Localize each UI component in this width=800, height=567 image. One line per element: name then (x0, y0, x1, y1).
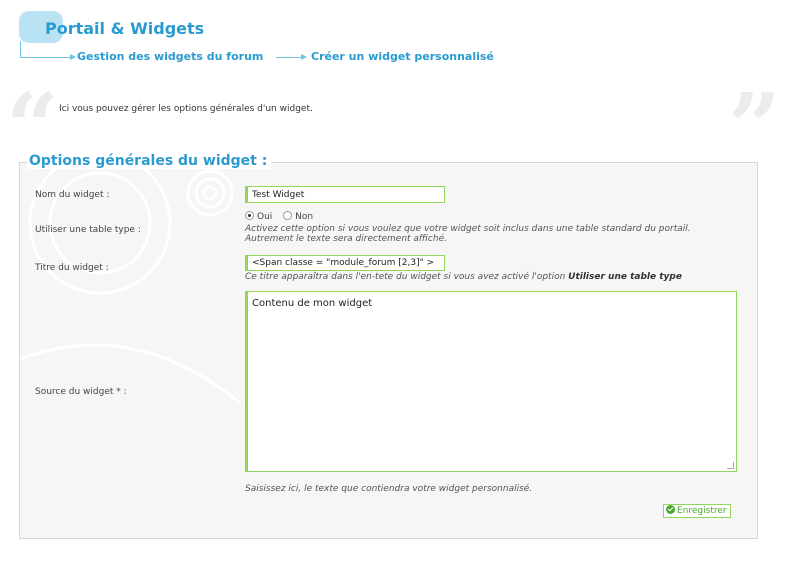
widget-title-input[interactable]: <Span classe = "module_forum [2,3]" > (245, 255, 445, 271)
intro-text: Ici vous pouvez gérer les options généra… (59, 104, 313, 114)
quote-close-icon: ” (728, 73, 781, 181)
arrow-right-icon (32, 54, 76, 60)
radio-oui[interactable] (245, 211, 254, 220)
radio-oui-label[interactable]: Oui (257, 212, 272, 222)
widget-source-hint: Saisissez ici, le texte que contiendra v… (245, 484, 533, 494)
widget-title-label: Titre du widget : (35, 263, 109, 273)
use-table-label: Utiliser une table type : (35, 225, 141, 235)
use-table-hint-line2: Autrement le texte sera directement affi… (245, 234, 447, 244)
save-button-label: Enregistrer (677, 506, 727, 516)
radio-non-label[interactable]: Non (295, 212, 313, 222)
widget-source-textarea[interactable]: Contenu de mon widget (245, 291, 737, 472)
use-table-radio-group: Oui Non (245, 211, 321, 222)
widget-title-hint-option: Utiliser une table type (568, 272, 682, 282)
check-circle-icon (666, 505, 675, 514)
widget-title-hint-text: Ce titre apparaîtra dans l'en-tete du wi… (245, 272, 569, 282)
widget-title-hint: Ce titre apparaîtra dans l'en-tete du wi… (245, 272, 682, 282)
arrow-right-icon (276, 54, 307, 60)
breadcrumb-connector (20, 41, 32, 58)
page-title: Portail & Widgets (45, 19, 205, 38)
save-button[interactable]: Enregistrer (663, 504, 731, 518)
breadcrumb-link-widgets[interactable]: Gestion des widgets du forum (77, 50, 263, 63)
widget-source-label: Source du widget * : (35, 387, 127, 397)
widget-name-label: Nom du widget : (35, 190, 110, 200)
use-table-hint-line1: Activez cette option si vous voulez que … (245, 224, 691, 234)
widget-name-input[interactable]: Test Widget (245, 186, 445, 203)
resize-grip-icon[interactable] (727, 462, 734, 469)
radio-non[interactable] (283, 211, 293, 220)
panel-legend: Options générales du widget : (27, 153, 272, 169)
breadcrumb-link-create-widget[interactable]: Créer un widget personnalisé (311, 50, 494, 63)
widget-source-value: Contenu de mon widget (252, 298, 373, 309)
